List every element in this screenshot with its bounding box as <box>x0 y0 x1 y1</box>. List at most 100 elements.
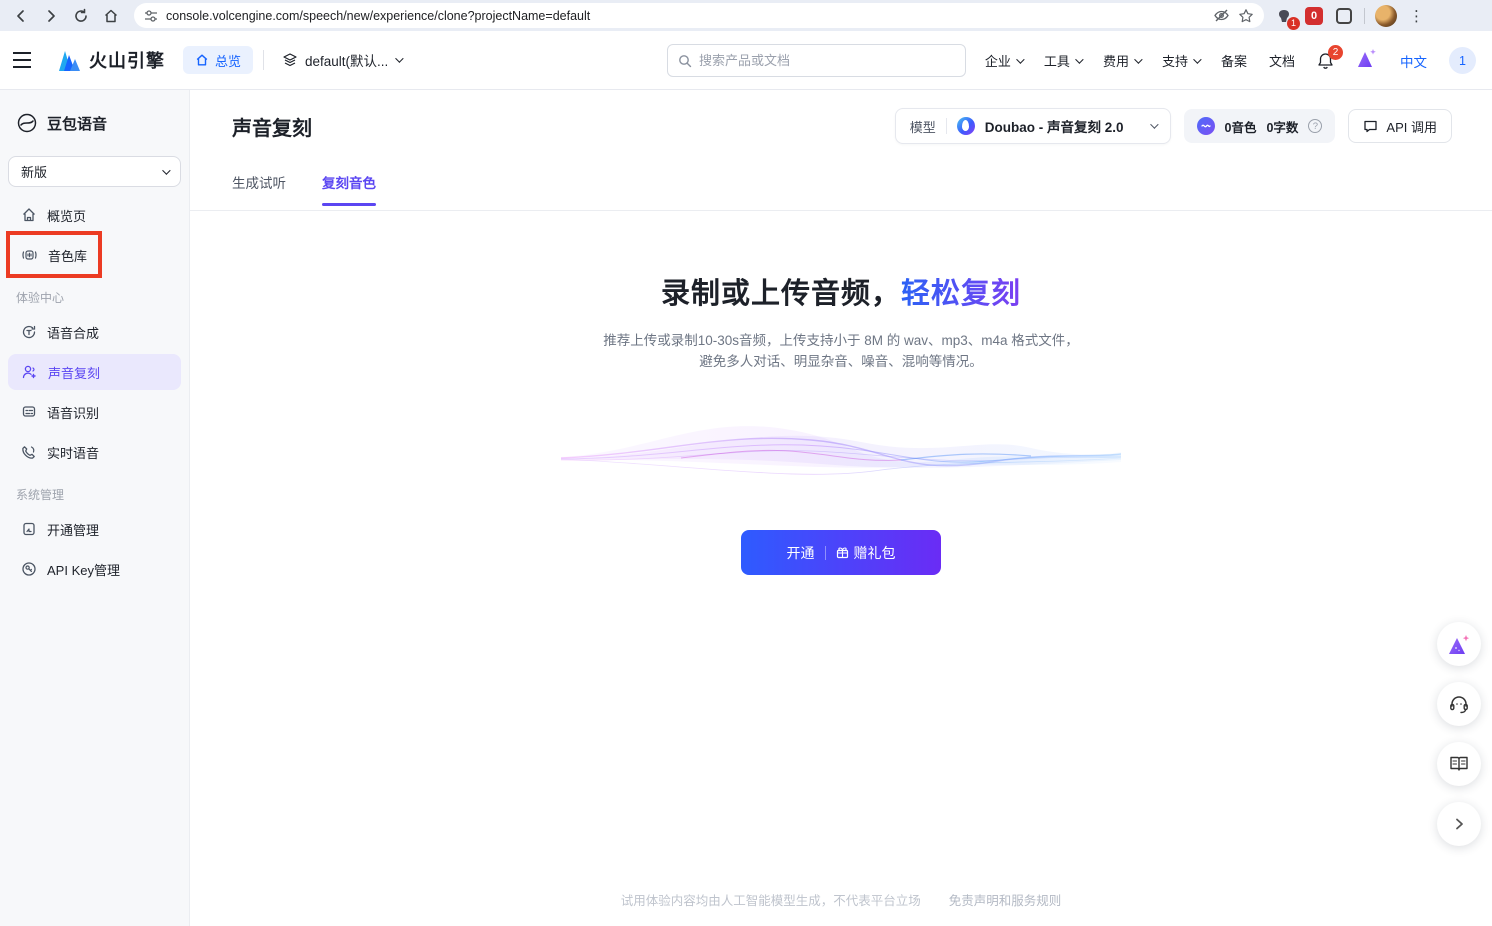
hero-description: 推荐上传或录制10-30s音频，上传支持小于 8M 的 wav、mp3、m4a … <box>190 330 1492 372</box>
refresh-icon[interactable] <box>66 3 96 29</box>
headset-icon <box>1448 693 1470 715</box>
ai-assistant-float-button[interactable] <box>1437 622 1481 666</box>
home-icon[interactable] <box>96 3 126 29</box>
site-info-icon[interactable] <box>144 9 158 23</box>
toolbar-divider <box>1364 8 1365 24</box>
search-input[interactable] <box>699 53 955 68</box>
api-call-button[interactable]: API 调用 <box>1348 109 1452 143</box>
waveform-graphic <box>561 402 1121 502</box>
menu-enterprise[interactable]: 企业 <box>985 51 1022 70</box>
console-header: 火山引擎 总览 default(默认... 企业 工具 费用 支持 备案 文档 … <box>0 31 1492 90</box>
sidebar-item-overview[interactable]: 概览页 <box>8 197 181 233</box>
project-name: default(默认... <box>305 50 388 70</box>
sidebar-item-realtime-voice[interactable]: 实时语音 <box>8 434 181 470</box>
collapse-panel-button[interactable] <box>1437 802 1481 846</box>
layers-icon <box>282 52 298 68</box>
home-icon <box>21 207 37 223</box>
quota-stats[interactable]: 0音色 0字数 ? <box>1184 109 1336 143</box>
gift-icon <box>836 546 849 559</box>
footer: 试用体验内容均由人工智能模型生成，不代表平台立场 免责声明和服务规则 <box>190 890 1492 909</box>
sidebar-item-voice-clone[interactable]: 声音复刻 <box>8 354 181 390</box>
menu-billing[interactable]: 费用 <box>1103 51 1140 70</box>
link-docs[interactable]: 文档 <box>1269 51 1295 70</box>
hero-accent-text: 轻松复刻 <box>901 278 1021 310</box>
quota-wave-icon <box>1197 117 1215 135</box>
activate-label: 开通 <box>787 543 815 563</box>
sidebar: 豆包语音 新版 概览页 音色库 体验中心 语音合成 声音复刻 语音识别 实时语音… <box>0 90 190 926</box>
brand-name: 火山引擎 <box>89 47 165 73</box>
sidebar-item-activation[interactable]: 开通管理 <box>8 511 181 547</box>
footer-terms-link[interactable]: 免责声明和服务规则 <box>949 890 1062 909</box>
model-selector[interactable]: 模型 Doubao - 声音复刻 2.0 <box>895 108 1171 144</box>
sidebar-item-voice-library[interactable]: 音色库 <box>8 237 181 273</box>
documentation-button[interactable] <box>1437 742 1481 786</box>
url-text: console.volcengine.com/speech/new/experi… <box>166 9 1205 23</box>
floating-toolbar <box>1437 622 1481 846</box>
product-search[interactable] <box>667 44 966 77</box>
product-header[interactable]: 豆包语音 <box>0 90 189 134</box>
sidebar-item-tts[interactable]: 语音合成 <box>8 314 181 350</box>
back-icon[interactable] <box>6 3 36 29</box>
user-avatar[interactable]: 1 <box>1449 47 1476 74</box>
main-content: 声音复刻 模型 Doubao - 声音复刻 2.0 0音色 0字数 ? API … <box>190 90 1492 926</box>
help-icon[interactable]: ? <box>1308 119 1322 133</box>
hero-section: 录制或上传音频，轻松复刻 推荐上传或录制10-30s音频，上传支持小于 8M 的… <box>190 270 1492 575</box>
tab-generate-audition[interactable]: 生成试听 <box>232 172 286 206</box>
activate-button[interactable]: 开通 赠礼包 <box>741 530 941 575</box>
ai-assistant-icon[interactable] <box>1356 48 1378 73</box>
api-chat-icon <box>1363 119 1378 133</box>
version-selector[interactable]: 新版 <box>8 156 181 187</box>
footer-disclaimer: 试用体验内容均由人工智能模型生成，不代表平台立场 <box>621 890 921 909</box>
voice-count: 0音色 <box>1225 117 1257 136</box>
forward-icon[interactable] <box>36 3 66 29</box>
link-beian[interactable]: 备案 <box>1221 51 1247 70</box>
browser-profile-avatar[interactable] <box>1375 5 1397 27</box>
overview-button[interactable]: 总览 <box>183 46 253 74</box>
browser-toolbar: console.volcengine.com/speech/new/experi… <box>0 0 1492 31</box>
model-value: Doubao - 声音复刻 2.0 <box>985 116 1124 136</box>
extensions-puzzle-icon[interactable] <box>1334 6 1354 26</box>
customer-service-button[interactable] <box>1437 682 1481 726</box>
project-selector[interactable]: default(默认... <box>282 50 401 70</box>
realtime-voice-icon <box>21 444 37 460</box>
adblock-icon[interactable]: 0 <box>1304 6 1324 26</box>
tts-icon <box>21 324 37 340</box>
notification-badge: 2 <box>1328 45 1343 60</box>
sidebar-item-api-key[interactable]: API Key管理 <box>8 551 181 587</box>
product-name: 豆包语音 <box>47 113 107 134</box>
gift-label: 赠礼包 <box>854 543 896 563</box>
menu-support[interactable]: 支持 <box>1162 51 1199 70</box>
bookmark-star-icon[interactable] <box>1238 8 1254 24</box>
extension-icon[interactable]: 1 <box>1274 6 1294 26</box>
chevron-down-icon <box>395 54 403 62</box>
chevron-right-icon <box>1452 817 1466 831</box>
search-icon <box>678 54 692 68</box>
volcengine-logo[interactable]: 火山引擎 <box>56 47 165 73</box>
doubao-model-icon <box>957 117 975 135</box>
chevron-down-icon <box>1150 120 1158 128</box>
header-divider <box>263 50 264 70</box>
hero-title: 录制或上传音频，轻松复刻 <box>190 270 1492 312</box>
language-switch[interactable]: 中文 <box>1400 51 1427 71</box>
tab-divider <box>190 210 1492 211</box>
extension-badge: 1 <box>1287 17 1300 30</box>
doubao-voice-icon <box>16 112 38 134</box>
char-count: 0字数 <box>1266 117 1298 136</box>
chevron-down-icon <box>162 166 170 174</box>
model-label: 模型 <box>910 117 936 136</box>
overview-home-icon <box>195 53 209 67</box>
sidebar-item-asr[interactable]: 语音识别 <box>8 394 181 430</box>
notification-bell-icon[interactable]: 2 <box>1317 52 1334 70</box>
address-bar[interactable]: console.volcengine.com/speech/new/experi… <box>134 3 1264 28</box>
book-icon <box>1448 754 1470 774</box>
hamburger-menu-icon[interactable] <box>8 46 36 74</box>
tab-clone-voice[interactable]: 复刻音色 <box>322 172 376 206</box>
activation-icon <box>21 521 37 537</box>
browser-menu-icon[interactable]: ⋮ <box>1409 7 1424 25</box>
sidebar-group-experience: 体验中心 <box>0 277 189 310</box>
ai-volcano-icon <box>1447 633 1471 655</box>
menu-tools[interactable]: 工具 <box>1044 51 1081 70</box>
sidebar-group-system: 系统管理 <box>0 474 189 507</box>
eye-off-icon[interactable] <box>1213 7 1230 24</box>
voice-clone-icon <box>21 364 38 380</box>
